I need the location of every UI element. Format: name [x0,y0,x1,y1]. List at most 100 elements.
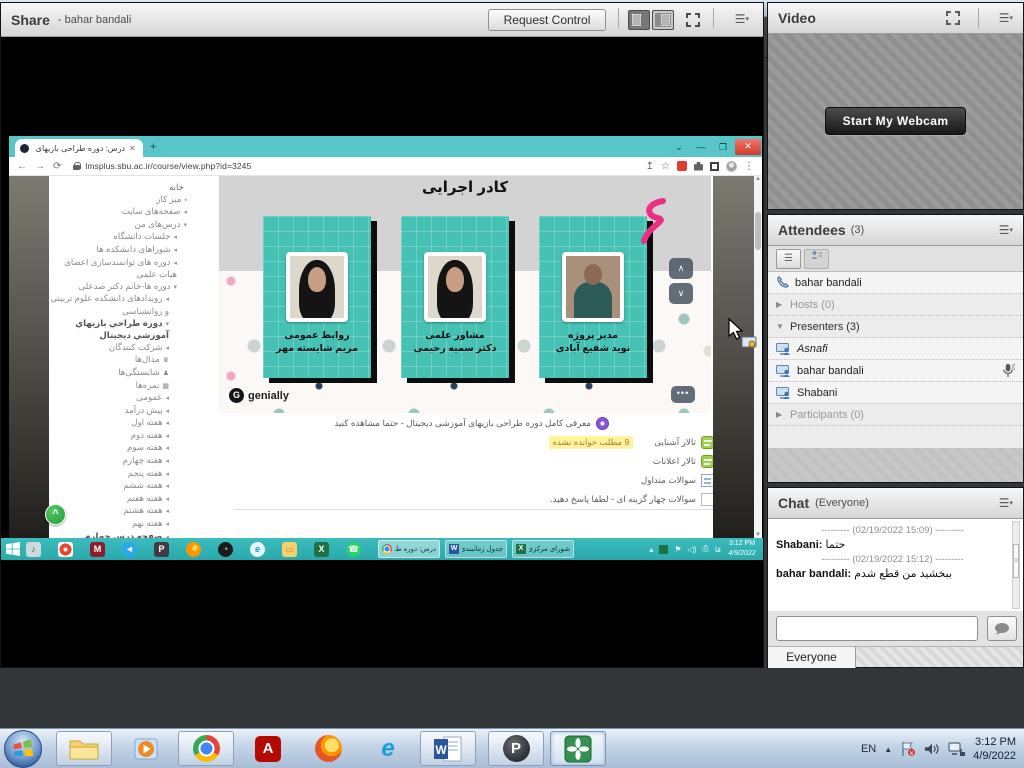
sidebar-item[interactable]: هفته نهم [49,518,197,531]
chat-input[interactable] [776,616,978,641]
sidebar-item[interactable]: خانه [49,182,197,194]
sidebar-item[interactable]: مدال‌ها [49,354,197,367]
hidden-icons-chevron[interactable]: ▴ [649,545,653,554]
ie-icon[interactable]: e [250,542,265,557]
sidebar-item-label[interactable]: هفته هشتم [124,505,163,515]
sidebar-item-label[interactable]: هفته ششم [123,480,162,490]
profile-avatar-icon[interactable] [726,161,737,172]
folder-icon[interactable]: ▭ [282,542,297,557]
network-icon[interactable]: ⎙ [702,544,708,554]
reload-icon[interactable]: ⟳ [53,161,61,172]
sidebar-item[interactable]: هفته پنجم [49,468,197,481]
list-view-icon[interactable]: ☰ [776,249,801,269]
page-scrollbar-thumb[interactable] [755,212,761,250]
sidebar-item-label[interactable]: شوراهای دانشکده ها [96,244,170,254]
video-pod-menu-icon[interactable]: ☰▾ [999,11,1013,25]
volume-icon[interactable]: ◁) [688,545,697,554]
sidebar-item-label[interactable]: هفته سوم [127,442,162,452]
p-app-icon[interactable]: P [154,542,169,557]
sidebar-item-label[interactable]: صفحه‌های سایت [122,206,181,216]
fullscreen-icon[interactable] [685,12,701,28]
sidebar-item[interactable]: میز کار [49,194,197,207]
acrobat-icon[interactable]: A [240,731,296,766]
browser-tab[interactable]: درس: دوره طراحی بازیهای آموزشی ✕ [15,139,143,157]
sidebar-item[interactable]: هفته دوم [49,430,197,443]
layout-toggle-icon[interactable] [628,10,650,30]
volume-icon[interactable] [924,742,940,756]
slide-up-button[interactable]: ∧ [669,258,693,279]
sidebar-item-label[interactable]: هفته چهارم [123,455,163,465]
excel-tray-icon[interactable] [659,545,668,554]
m-app-icon[interactable]: M [90,542,105,557]
presenters-group-row[interactable]: ▼ Presenters (3) [768,316,1023,338]
telegram-icon[interactable]: ◄ [122,542,137,557]
sidebar-item[interactable]: هفته سوم [49,442,197,455]
activity-row[interactable]: سوالات چهار گزینه ای - لطفا پاسخ دهید. [219,490,714,509]
psiphon-icon[interactable]: P [488,731,544,766]
back-to-top-button[interactable]: ^ [45,504,66,525]
presenter-row[interactable]: Asnafi [768,338,1023,360]
sidebar-item-label[interactable]: هفته نهم [132,518,163,528]
page-scrollbar[interactable]: ▲ ▼ [754,176,762,538]
activity-row[interactable]: تالار اعلانات [219,452,714,471]
start-webcam-button[interactable]: Start My Webcam [825,107,966,135]
sidebar-item[interactable]: شرکت کنندگان [49,342,197,355]
tab-group-icon[interactable] [710,162,719,171]
sidebar-item-label[interactable]: صفحه درس چهارم [84,531,162,538]
whatsapp-icon[interactable]: ☎ [346,542,361,557]
sidebar-item-label[interactable]: خانه [169,182,184,192]
attendees-pod-menu-icon[interactable]: ☰▾ [999,223,1013,237]
action-center-flag-icon[interactable]: x [900,741,916,757]
sidebar-item[interactable]: دوره ها-خانم دکتر صدعلی [49,281,197,294]
obs-icon[interactable]: ◔ [218,542,233,557]
explorer-icon[interactable] [56,731,112,766]
bookmark-star-icon[interactable]: ☆ [661,161,670,172]
sidebar-item[interactable]: رویدادهای دانشکده علوم تربیتی و روانشناس… [49,293,197,317]
layout-toggle-selected-icon[interactable] [652,10,674,30]
slide-down-button[interactable]: ∨ [669,283,693,304]
presenter-row[interactable]: bahar bandali [768,360,1023,382]
presenter-row[interactable]: Shabani [768,382,1023,404]
sidebar-item[interactable]: صفحه درس چهارم [49,531,197,538]
chat-pod-menu-icon[interactable]: ☰▾ [999,496,1013,510]
sidebar-item[interactable]: هفته هفتم [49,493,197,506]
sidebar-item-label[interactable]: هفته اول [131,417,162,427]
sidebar-item-label[interactable]: هفته هفتم [127,493,163,503]
chrome-icon[interactable] [178,731,234,766]
sidebar-item-label[interactable]: دوره های توانمندسازی اعضای هیات علمی [64,257,177,280]
forward-icon[interactable]: → [35,161,45,172]
participants-group-row[interactable]: ▶ Participants (0) [768,404,1023,426]
media-player-icon[interactable] [118,731,174,766]
chat-tab-everyone[interactable]: Everyone [768,647,856,668]
firefox-icon[interactable] [300,731,356,766]
sidebar-item[interactable]: پیش درآمد [49,405,197,418]
sidebar-item-label[interactable]: درس‌های من [135,219,181,229]
idm-extension-icon[interactable] [677,161,687,171]
taskbar-clock[interactable]: 3:12 PM 4/9/2022 [973,735,1016,763]
shared-taskbar-clock[interactable]: 3:12 PM 4/9/2022 [723,539,761,559]
sidebar-item-label[interactable]: رویدادهای دانشکده علوم تربیتی و روانشناس… [50,293,169,316]
browser-restore[interactable]: ❐ [712,139,734,155]
chat-scrollbar-thumb[interactable]: ≡ [1013,544,1019,578]
browser-minimize[interactable]: — [690,139,712,155]
excel-icon[interactable]: X [314,542,329,557]
genially-logo[interactable]: G genially [229,388,289,403]
sidebar-item-label[interactable]: هفته پنجم [128,468,163,478]
active-speaker-row[interactable]: bahar bandali [768,272,1023,294]
card-view-icon[interactable] [804,249,829,269]
record-icon[interactable] [58,542,73,557]
firefox-icon[interactable] [186,542,201,557]
sidebar-item-label[interactable]: عمومی [136,392,162,402]
activity-row[interactable]: معرفی کامل دوره طراحی بازیهای آموزشی دیج… [219,414,714,433]
embed-more-button[interactable]: ••• [671,386,695,403]
hosts-group-row[interactable]: ▶ Hosts (0) [768,294,1023,316]
sidebar-item[interactable]: هفته چهارم [49,455,197,468]
activity-label[interactable]: معرفی کامل دوره طراحی بازیهای آموزشی دیج… [334,418,591,429]
tab-close-icon[interactable]: ✕ [129,144,136,153]
sidebar-item-label[interactable]: میز کار [156,194,181,204]
sidebar-item-label[interactable]: جلسات دانشگاه [113,231,170,241]
new-tab-button[interactable]: + [150,141,156,153]
shared-taskbar-window-excel[interactable]: X شورای مرکزی... [512,540,574,558]
activity-label[interactable]: سوالات متداول [641,475,696,486]
request-control-button[interactable]: Request Control [488,9,606,31]
